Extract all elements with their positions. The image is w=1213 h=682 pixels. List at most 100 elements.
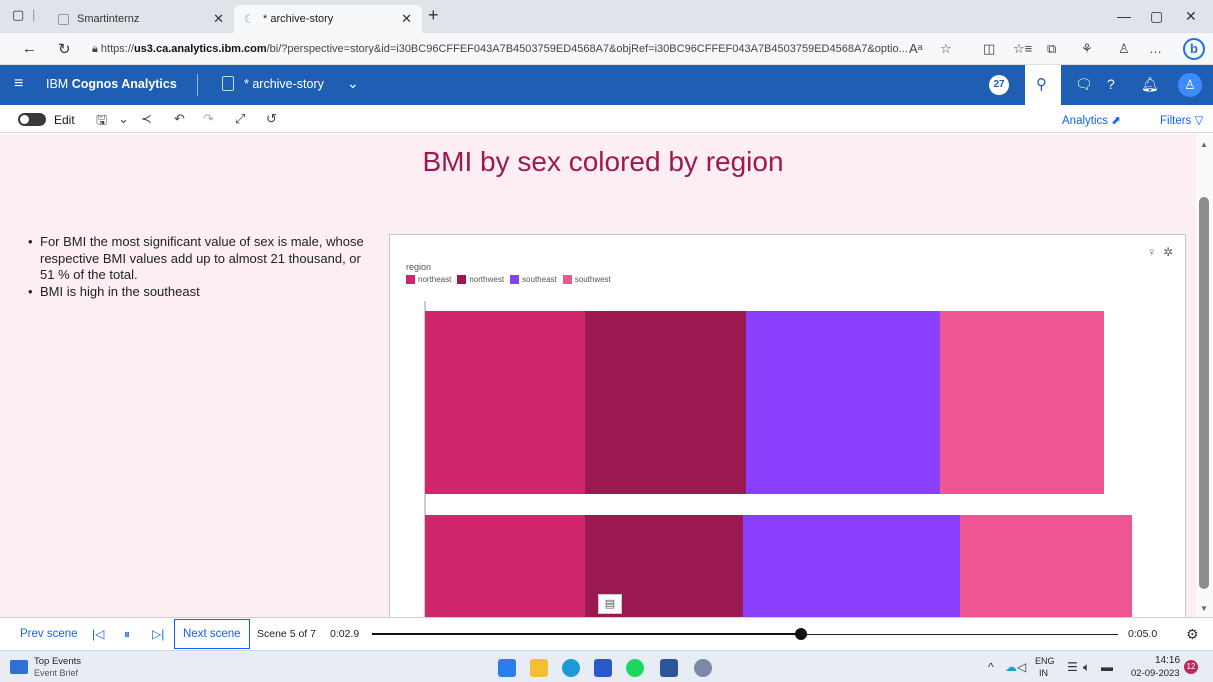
bar-chart-widget[interactable]: region northeast northwest southeast sou… — [389, 234, 1186, 617]
favorite-star-icon[interactable]: ☆ — [940, 41, 952, 57]
analytics-button[interactable]: Analytics ⬈ — [1062, 113, 1121, 127]
bar-segment-southeast[interactable] — [743, 515, 960, 617]
save-icon[interactable]: 🖫 — [96, 111, 107, 133]
scrollbar-thumb[interactable] — [1199, 197, 1209, 589]
bell-icon[interactable]: 🔔︎ — [1141, 76, 1159, 93]
scene-counter: Scene 5 of 7 — [257, 628, 316, 640]
search-button[interactable]: ⚲ — [1025, 65, 1061, 105]
close-window-icon[interactable]: ✕ — [1185, 8, 1197, 25]
edge-browser-icon[interactable] — [562, 659, 580, 677]
search-icon: ⚲ — [1036, 76, 1047, 93]
scroll-down-icon[interactable]: ▼ — [1200, 604, 1208, 613]
page-icon — [58, 13, 69, 25]
chevron-down-icon[interactable]: ⌄ — [118, 111, 129, 127]
insights-text: For BMI the most significant value of se… — [28, 234, 368, 300]
chevron-up-icon[interactable]: ^ — [988, 660, 994, 674]
gear-icon[interactable]: ⚙ — [1186, 626, 1199, 643]
chat-icon[interactable]: 🗨︎ — [1075, 76, 1093, 93]
battery-icon[interactable]: ▬ — [1101, 660, 1113, 674]
pause-icon[interactable]: ⏸︎ — [124, 627, 130, 642]
loading-icon: ☾ — [244, 11, 255, 26]
bar-segment-southwest[interactable] — [940, 311, 1104, 494]
skip-back-icon[interactable]: |◁ — [92, 627, 104, 641]
scene-playback-bar: Prev scene |◁ ⏸︎ ▷| Next scene Scene 5 o… — [0, 617, 1213, 650]
onedrive-icon[interactable]: ☁ — [1005, 660, 1017, 674]
store-icon[interactable] — [594, 659, 612, 677]
restore-icon[interactable]: ▢ — [1150, 8, 1163, 25]
more-options-icon[interactable]: … — [1149, 41, 1162, 56]
bar-segment-northeast[interactable] — [425, 515, 585, 617]
next-scene-button[interactable]: Next scene — [174, 619, 250, 649]
browser-tab-archive-story[interactable]: ☾ * archive-story ✕ — [234, 5, 422, 33]
collections-icon[interactable]: ⧉ — [1047, 41, 1056, 57]
bar-segment-southeast[interactable] — [746, 311, 940, 494]
timeline-progress — [372, 633, 801, 635]
region-indicator: IN — [1039, 668, 1048, 678]
reset-icon[interactable]: ↺ — [266, 111, 277, 127]
close-tab-icon[interactable]: ✕ — [401, 11, 412, 27]
browser-tab-smartinternz[interactable]: Smartinternz ✕ — [48, 5, 234, 33]
edit-label: Edit — [54, 113, 75, 127]
tab-separator: | — [32, 7, 36, 22]
url-field[interactable]: 🔒︎ https://us3.ca.analytics.ibm.com/bi/?… — [92, 37, 962, 61]
chevron-down-icon[interactable]: ⌄ — [347, 75, 359, 92]
word-icon[interactable] — [660, 659, 678, 677]
close-tab-icon[interactable]: ✕ — [213, 11, 224, 27]
skip-forward-icon[interactable]: ▷| — [152, 627, 164, 641]
bar-segment-northeast[interactable] — [425, 311, 585, 494]
story-doc-icon — [222, 76, 234, 91]
tab-title: Smartinternz — [77, 13, 140, 25]
filters-button[interactable]: Filters ▽ — [1160, 113, 1203, 127]
scroll-up-icon[interactable]: ▲ — [1200, 140, 1208, 149]
minimize-icon[interactable]: — — [1117, 8, 1131, 24]
bar-segment-southwest[interactable] — [960, 515, 1132, 617]
wifi-icon[interactable]: ☰ — [1067, 660, 1078, 674]
windows-start-icon[interactable] — [498, 659, 516, 677]
story-toolbar: Edit 🖫 ⌄ ≺ ↶ ↷ ⤢ ↺ Analytics ⬈ Filters ▽ — [0, 105, 1213, 133]
tab-title: * archive-story — [263, 13, 334, 25]
document-title[interactable]: * archive-story — [244, 77, 324, 91]
bar-segment-northwest[interactable] — [585, 311, 746, 494]
location-icon[interactable]: ◁ — [1017, 660, 1026, 674]
spotify-icon[interactable] — [626, 659, 644, 677]
favorites-icon[interactable]: ☆≡ — [1013, 41, 1032, 57]
help-icon[interactable]: ? — [1107, 76, 1115, 92]
event-widget-icon[interactable] — [10, 660, 28, 674]
app-brand: IBM Cognos Analytics — [46, 77, 177, 91]
profile-icon[interactable]: ♙ — [1118, 41, 1130, 57]
edit-toggle[interactable] — [18, 113, 46, 126]
split-screen-icon[interactable]: ◫ — [983, 41, 995, 57]
clock-time[interactable]: 14:16 — [1155, 655, 1180, 666]
scene-title: BMI by sex colored by region — [422, 146, 784, 177]
share-icon[interactable]: ≺ — [141, 111, 152, 127]
notification-count-badge[interactable]: 27 — [989, 75, 1009, 95]
undo-icon[interactable]: ↶ — [174, 111, 185, 127]
timeline-scrubber[interactable] — [794, 628, 807, 640]
new-tab-icon[interactable]: + — [428, 5, 439, 26]
volume-icon[interactable]: 🔈︎ — [1083, 660, 1090, 675]
redo-icon[interactable]: ↷ — [203, 111, 214, 127]
file-explorer-icon[interactable] — [530, 659, 548, 677]
menu-icon[interactable]: ≡ — [14, 75, 23, 93]
chart-plot — [424, 301, 1132, 617]
read-aloud-icon[interactable]: Aᵃ — [909, 41, 923, 56]
bing-chat-icon[interactable]: b — [1183, 38, 1205, 60]
data-marker-icon[interactable]: ▤ — [598, 594, 622, 614]
clock-date: 02-09-2023 — [1131, 668, 1180, 679]
browser-tab-strip: ▢ | Smartinternz ✕ ☾ * archive-story ✕ +… — [0, 0, 1213, 33]
event-title[interactable]: Top Events — [34, 656, 81, 667]
settings-app-icon[interactable] — [694, 659, 712, 677]
language-indicator[interactable]: ENG — [1035, 656, 1055, 666]
header-divider — [197, 74, 198, 96]
extensions-icon[interactable]: ⚘ — [1081, 41, 1093, 57]
address-bar-row: ← ↻ 🔒︎ https://us3.ca.analytics.ibm.com/… — [0, 33, 1213, 65]
notification-badge[interactable]: 12 — [1184, 660, 1198, 674]
refresh-icon[interactable]: ↻ — [58, 40, 71, 58]
back-arrow-icon[interactable]: ← — [22, 40, 37, 57]
event-subtitle: Event Brief — [34, 668, 79, 678]
user-avatar[interactable]: ♙ — [1178, 73, 1202, 97]
tab-actions-icon[interactable]: ▢ — [12, 7, 24, 23]
expand-icon[interactable]: ⤢ — [235, 111, 245, 127]
analytics-icon: ⬈ — [1111, 115, 1121, 127]
prev-scene-button[interactable]: Prev scene — [20, 628, 78, 640]
